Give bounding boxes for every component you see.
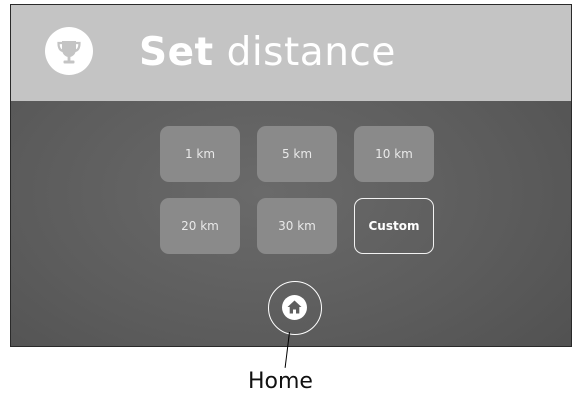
trophy-icon	[45, 27, 93, 75]
distance-1km-button[interactable]: 1 km	[160, 126, 240, 182]
distance-5km-button[interactable]: 5 km	[257, 126, 337, 182]
page-title-light: distance	[226, 30, 396, 75]
callout-label-home: Home	[248, 369, 313, 394]
page-title: Set distance	[139, 31, 396, 75]
distance-custom-button[interactable]: Custom	[354, 198, 434, 254]
home-button[interactable]	[268, 281, 322, 335]
distance-20km-button[interactable]: 20 km	[160, 198, 240, 254]
home-icon	[287, 300, 302, 314]
distance-screen: Set distance 1 km 5 km 10 km 20 km 30 km…	[10, 4, 572, 347]
distance-10km-button[interactable]: 10 km	[354, 126, 434, 182]
distance-30km-button[interactable]: 30 km	[257, 198, 337, 254]
home-button-fill	[282, 295, 307, 320]
header-bar: Set distance	[11, 5, 571, 101]
page-title-bold: Set	[139, 30, 214, 75]
